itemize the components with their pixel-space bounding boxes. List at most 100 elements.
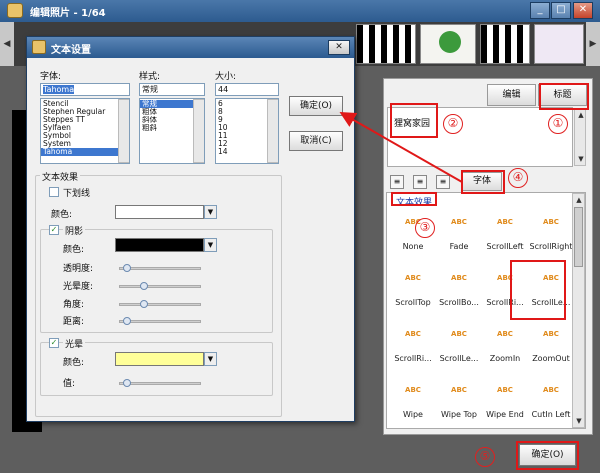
opacity-slider[interactable]: [119, 264, 201, 273]
effect-item[interactable]: ABC Wipe End: [482, 378, 528, 434]
scroll-down-icon[interactable]: ▼: [574, 416, 584, 426]
glow-color-dropdown-icon[interactable]: ▼: [204, 352, 217, 366]
scroll-down-icon[interactable]: ▼: [576, 154, 586, 164]
font-list-item[interactable]: Stephen Regular: [41, 108, 129, 116]
size-list[interactable]: 6 8 9 10 11 12 14: [215, 98, 279, 164]
slider-thumb[interactable]: [122, 379, 131, 387]
text-scrollbar[interactable]: ▲ ▼: [574, 108, 586, 166]
align-right-icon[interactable]: ≡: [436, 175, 450, 189]
shadow-checkbox[interactable]: ✓: [49, 225, 59, 235]
annotation-number-4: ④: [508, 168, 528, 188]
font-list-item[interactable]: Tahoma: [41, 148, 129, 156]
effect-thumbnail-icon: ABC: [451, 218, 467, 226]
blur-label: 光晕度:: [63, 282, 94, 292]
underline-checkbox[interactable]: [49, 187, 59, 197]
effect-item[interactable]: ABC ScrollLe...: [436, 322, 482, 378]
scroll-up-icon[interactable]: ▲: [576, 110, 586, 120]
effect-label: CutIn Left: [531, 410, 571, 419]
font-list-item[interactable]: Stencil: [41, 100, 129, 108]
effect-label: ScrollLe...: [439, 354, 479, 363]
font-label: 字体:: [40, 72, 62, 82]
distance-slider[interactable]: [119, 317, 201, 326]
effect-item[interactable]: ABC CutIn Left: [528, 378, 574, 434]
annotation-number-2: ②: [443, 114, 463, 134]
blur-slider[interactable]: [119, 282, 201, 291]
effect-thumbnail-icon: ABC: [405, 386, 421, 394]
font-input[interactable]: Tahoma: [40, 83, 130, 96]
photo-thumbnail[interactable]: [420, 24, 476, 64]
style-list[interactable]: 常规 粗体 斜体 粗斜: [139, 98, 205, 164]
effect-thumbnail-icon: ABC: [543, 330, 559, 338]
font-input-value: Tahoma: [43, 85, 75, 94]
shadow-color-dropdown-icon[interactable]: ▼: [204, 238, 217, 252]
effect-thumbnail-icon: ABC: [405, 330, 421, 338]
annotation-box-text: [390, 103, 438, 138]
glow-value-label: 值:: [63, 379, 76, 389]
font-list-item[interactable]: Steppes TT: [41, 116, 129, 124]
font-list[interactable]: Stencil Stephen Regular Steppes TT Sylfaen S…: [40, 98, 130, 164]
effect-item[interactable]: ABC ScrollRight: [528, 210, 574, 266]
effect-item[interactable]: ABC ScrollRi...: [390, 322, 436, 378]
glow-checkbox[interactable]: ✓: [49, 338, 59, 348]
font-list-item[interactable]: Sylfaen: [41, 124, 129, 132]
shadow-color-swatch[interactable]: [115, 238, 204, 252]
font-list-scrollbar[interactable]: [118, 99, 129, 163]
style-input[interactable]: 常规: [139, 83, 205, 96]
effect-item[interactable]: ABC ZoomIn: [482, 322, 528, 378]
angle-slider[interactable]: [119, 300, 201, 309]
effect-label: Wipe End: [486, 410, 524, 419]
dialog-title: 文本设置: [51, 45, 91, 56]
size-list-scrollbar[interactable]: [267, 99, 278, 163]
align-left-icon[interactable]: ≡: [390, 175, 404, 189]
effect-thumbnail-icon: ABC: [543, 386, 559, 394]
effect-item[interactable]: ABC ScrollTop: [390, 266, 436, 322]
slider-thumb[interactable]: [139, 282, 148, 290]
effect-item[interactable]: ABC Fade: [436, 210, 482, 266]
effect-item[interactable]: ABC ZoomOut: [528, 322, 574, 378]
text-color-label: 颜色:: [51, 210, 73, 220]
effect-item[interactable]: ABC Wipe: [390, 378, 436, 434]
align-center-icon[interactable]: ≡: [413, 175, 427, 189]
annotation-box-font: [461, 170, 505, 194]
text-color-swatch[interactable]: [115, 205, 204, 219]
annotation-box-title-tab: [539, 83, 589, 110]
close-button[interactable]: ✕: [573, 2, 593, 19]
font-list-item[interactable]: System: [41, 140, 129, 148]
photo-thumbnail[interactable]: [534, 24, 584, 64]
effect-thumbnail-icon: ABC: [451, 386, 467, 394]
maximize-button[interactable]: □: [551, 2, 571, 19]
effect-item[interactable]: ABC ScrollLeft: [482, 210, 528, 266]
style-list-scrollbar[interactable]: [193, 99, 204, 163]
slider-track: [119, 382, 201, 385]
scroll-up-icon[interactable]: ▲: [574, 195, 584, 205]
annotation-number-5: ⑤: [475, 447, 495, 467]
dialog-icon: [32, 40, 46, 54]
effect-item[interactable]: ABC ScrollBo...: [436, 266, 482, 322]
slider-thumb[interactable]: [139, 300, 148, 308]
effect-label: ScrollRight: [529, 242, 573, 251]
minimize-button[interactable]: _: [530, 2, 550, 19]
effects-scrollbar[interactable]: ▲ ▼: [572, 193, 585, 428]
size-input[interactable]: 44: [215, 83, 279, 96]
photo-thumbnail[interactable]: [356, 24, 416, 64]
effect-item[interactable]: ABC Wipe Top: [436, 378, 482, 434]
effect-label: ZoomIn: [489, 354, 521, 363]
effect-thumbnail-icon: ABC: [451, 274, 467, 282]
glow-color-swatch[interactable]: [115, 352, 204, 366]
photo-thumbnail[interactable]: [480, 24, 530, 64]
dialog-ok-button[interactable]: 确定(O): [289, 96, 343, 116]
font-list-item[interactable]: Symbol: [41, 132, 129, 140]
shadow-color-label: 颜色:: [63, 245, 85, 255]
dialog-cancel-button[interactable]: 取消(C): [289, 131, 343, 151]
filmstrip-next-icon[interactable]: ▶: [586, 22, 600, 66]
underline-label: 下划线: [63, 189, 91, 199]
filmstrip-prev-icon[interactable]: ◀: [0, 22, 14, 66]
scroll-thumb[interactable]: [574, 207, 583, 267]
text-color-dropdown-icon[interactable]: ▼: [204, 205, 217, 219]
slider-thumb[interactable]: [122, 317, 131, 325]
tab-edit[interactable]: 编辑: [487, 84, 536, 106]
glow-value-slider[interactable]: [119, 379, 201, 388]
slider-thumb[interactable]: [122, 264, 131, 272]
annotation-box-ok: [516, 441, 579, 470]
dialog-close-button[interactable]: ✕: [328, 40, 350, 55]
